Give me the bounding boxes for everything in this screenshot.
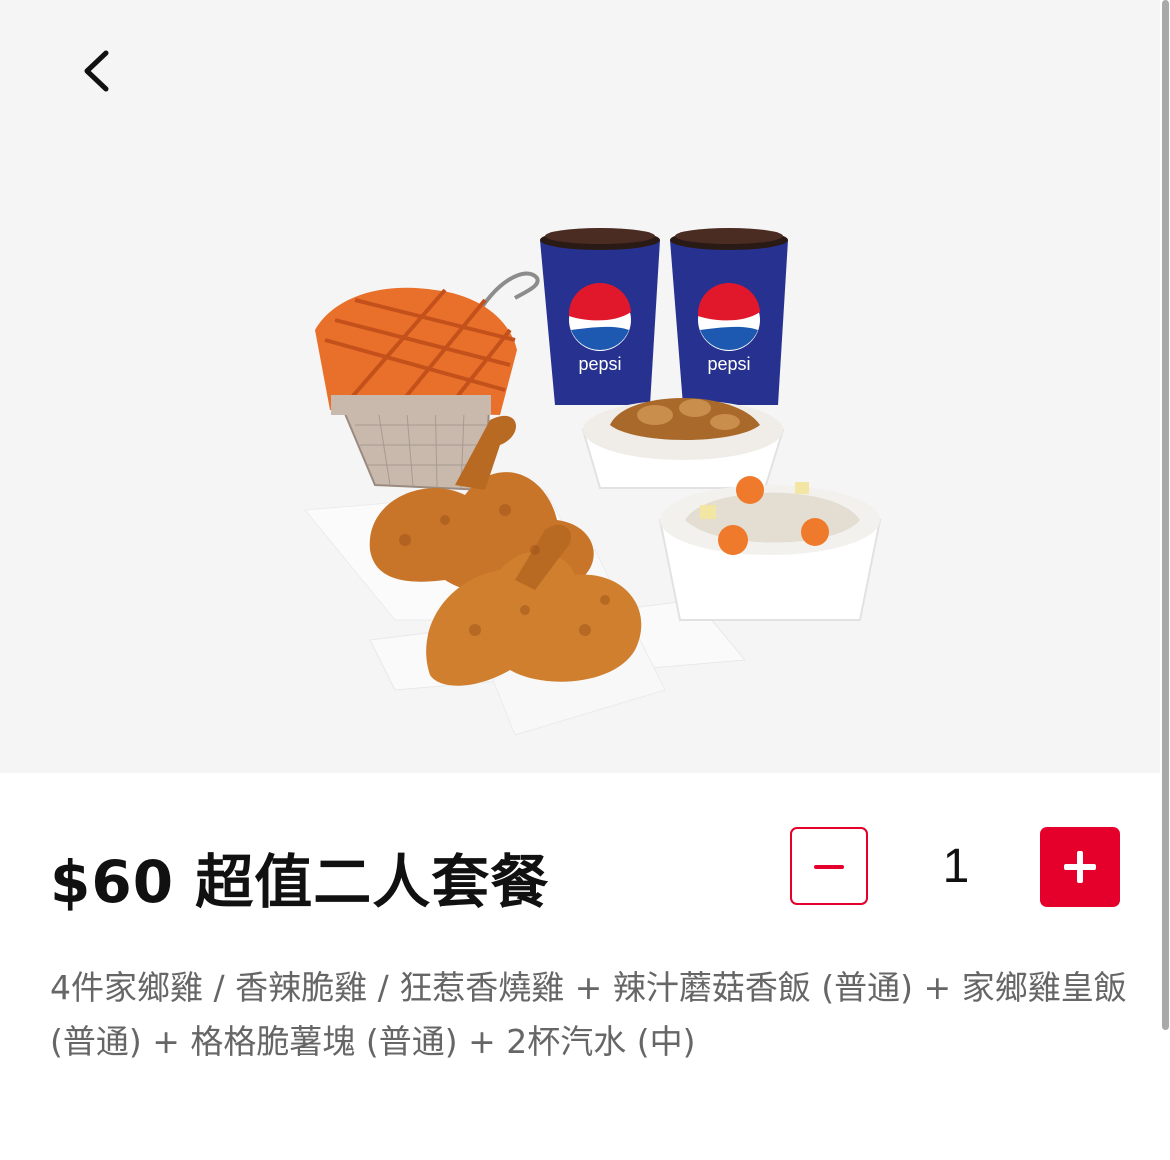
product-title: $60 超值二人套餐 <box>50 848 550 916</box>
quantity-stepper: 1 <box>790 827 1120 909</box>
decrease-quantity-button[interactable] <box>790 827 868 905</box>
increase-quantity-button[interactable] <box>1040 827 1120 907</box>
product-description: 4件家鄉雞 / 香辣脆雞 / 狂惹香燒雞 + 辣汁蘑菇香飯 (普通) + 家鄉雞… <box>50 968 1127 1061</box>
pepsi-cup-2: pepsi <box>670 228 788 405</box>
fries-basket <box>315 271 540 492</box>
product-image-area: pepsi pepsi <box>0 0 1160 773</box>
product-details: $60 超值二人套餐 1 4件家鄉雞 / 香辣脆雞 / 狂惹香燒雞 + 辣汁蘑菇… <box>0 773 1160 1160</box>
scrollbar-thumb[interactable] <box>1162 0 1169 1030</box>
chevron-left-icon <box>84 50 109 92</box>
mushroom-rice-bowl <box>581 397 785 489</box>
meal-image: pepsi pepsi <box>304 228 882 736</box>
quantity-value: 1 <box>942 840 970 893</box>
product-detail-page: pepsi pepsi $60 超值二人套餐 1 4件家鄉雞 / 香辣脆雞 / … <box>0 0 1170 1160</box>
scrollbar-track[interactable] <box>1160 0 1170 1160</box>
minus-icon <box>814 865 844 869</box>
chicken-rice-bowl <box>658 476 882 621</box>
cup-logo-text-2: pepsi <box>707 354 750 374</box>
pepsi-cup-1: pepsi <box>540 228 660 405</box>
back-button[interactable] <box>70 40 126 102</box>
cup-logo-text-1: pepsi <box>578 354 621 374</box>
